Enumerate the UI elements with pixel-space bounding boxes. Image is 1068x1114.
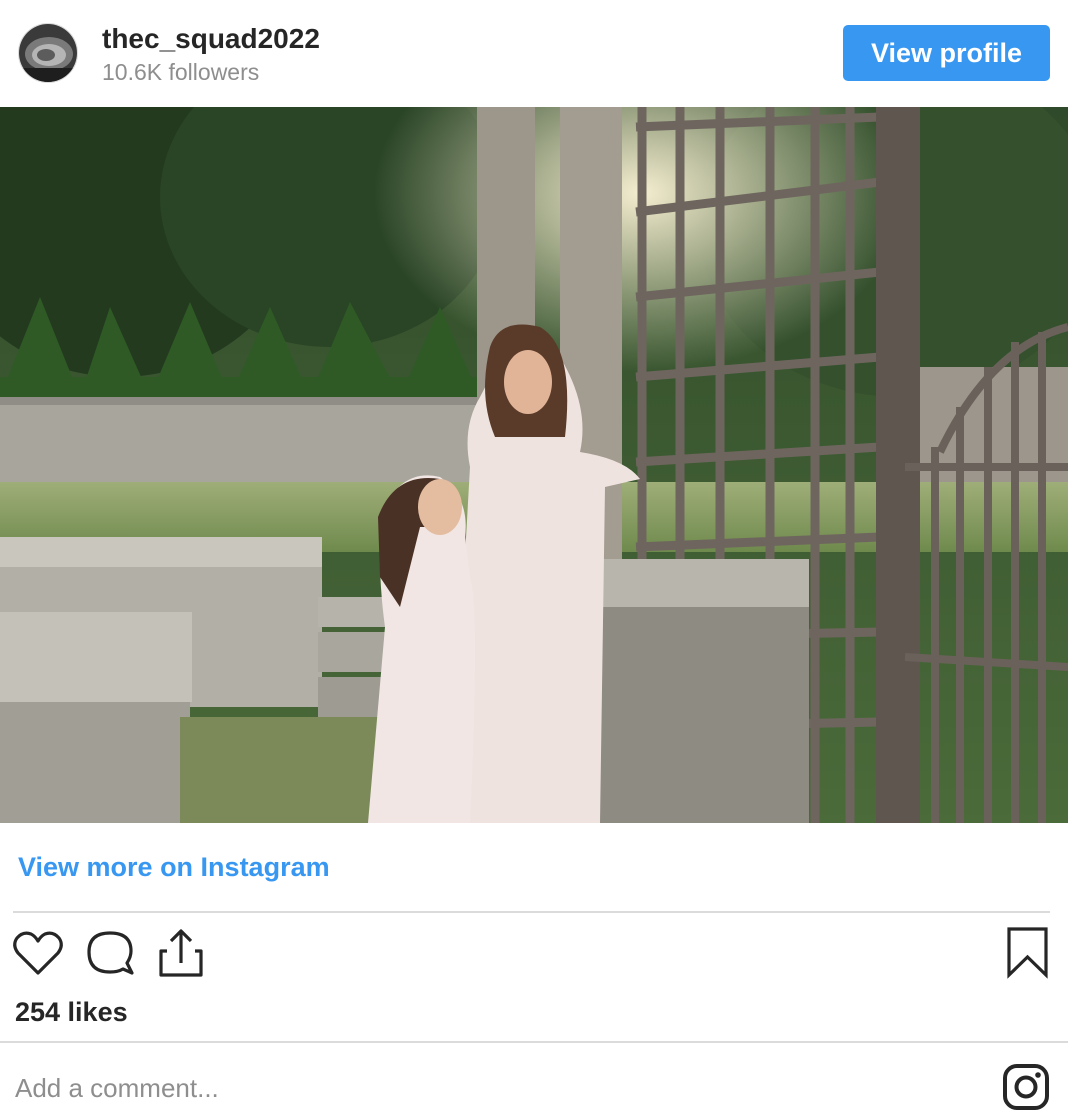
action-bar (0, 925, 1068, 985)
comment-input[interactable] (15, 1068, 975, 1108)
avatar[interactable] (18, 23, 78, 83)
avatar-image (19, 24, 77, 82)
follower-count: 10.6K followers (102, 59, 260, 85)
instagram-icon[interactable] (1002, 1063, 1050, 1111)
post-header: thec_squad2022 10.6K followers View prof… (0, 0, 1068, 107)
post-image[interactable] (0, 107, 1068, 823)
view-more-on-instagram-link[interactable]: View more on Instagram (18, 850, 330, 884)
like-count[interactable]: 254 likes (15, 995, 128, 1029)
comment-icon[interactable] (82, 925, 138, 981)
heart-icon[interactable] (10, 925, 66, 981)
bookmark-icon[interactable] (1000, 925, 1056, 981)
share-icon[interactable] (153, 925, 209, 981)
view-profile-button[interactable]: View profile (843, 25, 1050, 81)
divider (0, 1041, 1068, 1043)
username[interactable]: thec_squad2022 (102, 22, 320, 56)
divider (13, 911, 1050, 913)
